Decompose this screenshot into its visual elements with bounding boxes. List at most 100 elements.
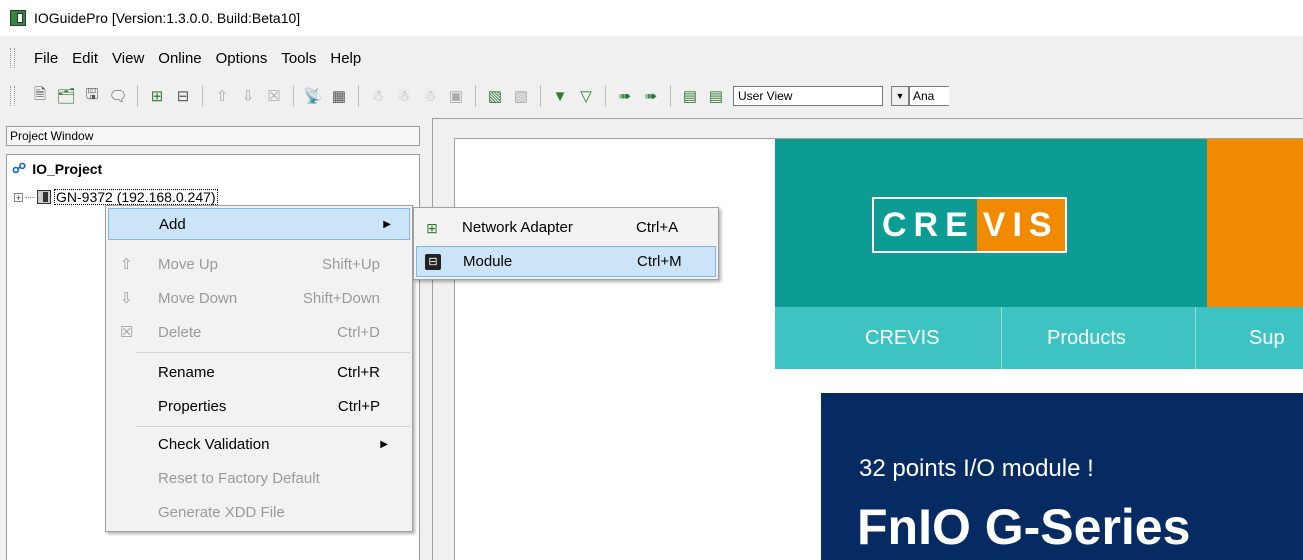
menu-item-rename[interactable]: Rename Ctrl+R [108, 356, 410, 388]
expand-icon[interactable]: + [14, 192, 23, 202]
chevron-down-icon[interactable]: ▼ [891, 86, 909, 106]
hero-banner[interactable]: 32 points I/O module ! FnIO G-Series [821, 393, 1303, 560]
save-icon[interactable]: 🖫 [81, 85, 103, 107]
menu-online[interactable]: Online [151, 50, 208, 67]
app-icon [10, 10, 26, 26]
move-up-icon[interactable]: ⇧ [211, 85, 233, 107]
crevis-logo[interactable]: CRE VIS [872, 197, 1067, 253]
tree-node-device[interactable]: + GN-9372 (192.168.0.247) [14, 189, 218, 205]
menu-item-label: Reset to Factory Default [158, 469, 320, 487]
toolbar-separator [670, 85, 671, 107]
menu-item-shortcut: Ctrl+R [337, 363, 380, 381]
menu-item-shortcut: Ctrl+D [337, 323, 380, 341]
io-map-icon[interactable]: ▦ [328, 85, 350, 107]
new-project-icon[interactable]: 🗎 [29, 85, 51, 107]
toolbar-separator [605, 85, 606, 107]
hero-subtitle: 32 points I/O module ! [859, 455, 1094, 482]
menu-help[interactable]: Help [323, 50, 368, 67]
delete-icon: ☒ [120, 324, 134, 341]
toolbar-separator [358, 85, 359, 107]
delete-icon[interactable]: ☒ [263, 85, 285, 107]
menubar-grip[interactable] [10, 48, 15, 68]
secondary-select[interactable]: Ana [909, 86, 949, 106]
network-adapter-icon: ⊞ [426, 219, 438, 236]
menu-item-delete[interactable]: ☒ Delete Ctrl+D [108, 316, 410, 348]
tree-line [25, 196, 35, 198]
toolbar-separator [137, 85, 138, 107]
menu-edit[interactable]: Edit [65, 50, 105, 67]
toolbar-separator [202, 85, 203, 107]
submenu-item-shortcut: Ctrl+M [637, 253, 682, 270]
report-print-icon[interactable]: ▤ [705, 85, 727, 107]
menu-item-reset-factory[interactable]: Reset to Factory Default [108, 462, 410, 494]
menu-separator [136, 352, 410, 353]
menu-item-move-down[interactable]: ⇩ Move Down Shift+Down [108, 282, 410, 314]
toolbar-separator [293, 85, 294, 107]
toolbar: 🗎 🗂 🖫 🗨 ⊞ ⊟ ⇧ ⇩ ☒ 📡 ▦ ☃ ☃ ☃ ▣ ▧ ▧ ▼ ▽ ➠ … [0, 80, 1303, 112]
download-icon[interactable]: ▧ [484, 85, 506, 107]
nav-divider [1195, 307, 1196, 369]
submenu-item-network-adapter[interactable]: ⊞ Network Adapter Ctrl+A [416, 212, 716, 243]
upload-icon[interactable]: ▧ [510, 85, 532, 107]
arrow-up-icon: ⇧ [120, 256, 133, 273]
menu-item-label: Move Down [158, 289, 238, 307]
menu-item-label: Generate XDD File [158, 503, 285, 521]
device-icon [37, 190, 51, 204]
menu-item-check-validation[interactable]: Check Validation ▶ [108, 428, 410, 460]
menu-bar: File Edit View Online Options Tools Help [0, 44, 1303, 72]
read-config-icon[interactable]: ▽ [575, 85, 597, 107]
report-icon[interactable]: ▤ [679, 85, 701, 107]
submenu-arrow-icon: ▶ [380, 438, 388, 450]
help-icon[interactable]: 🗨 [107, 85, 129, 107]
menu-tools[interactable]: Tools [274, 50, 323, 67]
add-module-icon[interactable]: ⊟ [172, 85, 194, 107]
add-submenu: ⊞ Network Adapter Ctrl+A ⊟ Module Ctrl+M [413, 207, 719, 280]
title-bar: IOGuidePro [Version:1.3.0.0. Build:Beta1… [0, 0, 1303, 36]
add-adapter-icon[interactable]: ⊞ [146, 85, 168, 107]
web-view: CRE VIS CREVIS Products Sup 32 points I/… [454, 138, 1303, 560]
logo-text-part2: VIS [976, 199, 1065, 251]
monitor-icon[interactable]: ☃ [419, 85, 441, 107]
menu-item-generate-xdd[interactable]: Generate XDD File [108, 496, 410, 528]
move-down-icon[interactable]: ⇩ [237, 85, 259, 107]
project-icon: ☍ [12, 160, 27, 176]
logo-text-part1: CRE [874, 199, 977, 251]
banner-accent [1207, 139, 1303, 307]
toolbar-grip[interactable] [10, 86, 15, 106]
scan-network-icon[interactable]: 📡 [302, 85, 324, 107]
menu-view[interactable]: View [105, 50, 151, 67]
project-window-header: Project Window [6, 126, 420, 146]
site-banner: CRE VIS [775, 139, 1303, 307]
module-icon: ⊟ [425, 253, 441, 270]
nav-support[interactable]: Sup [1249, 307, 1285, 369]
nav-products[interactable]: Products [1047, 307, 1126, 369]
submenu-item-label: Module [463, 253, 513, 270]
toolbar-separator [540, 85, 541, 107]
monitor-stop-icon[interactable]: ▣ [445, 85, 467, 107]
toolbar-separator [475, 85, 476, 107]
write-config-icon[interactable]: ▼ [549, 85, 571, 107]
menu-item-move-up[interactable]: ⇧ Move Up Shift+Up [108, 248, 410, 280]
menu-item-label: Check Validation [158, 435, 270, 453]
submenu-item-module[interactable]: ⊟ Module Ctrl+M [416, 246, 716, 277]
menu-item-shortcut: Shift+Up [322, 255, 380, 273]
menu-item-label: Rename [158, 363, 215, 381]
view-select[interactable]: User View [733, 86, 883, 106]
export-icon[interactable]: ➠ [614, 85, 636, 107]
tree-node-label: GN-9372 (192.168.0.247) [54, 189, 218, 205]
disconnect-icon[interactable]: ☃ [393, 85, 415, 107]
menu-item-properties[interactable]: Properties Ctrl+P [108, 390, 410, 422]
menu-options[interactable]: Options [209, 50, 275, 67]
window-title: IOGuidePro [Version:1.3.0.0. Build:Beta1… [34, 10, 301, 26]
tree-root[interactable]: ☍ IO_Project [12, 160, 102, 177]
nav-crevis[interactable]: CREVIS [865, 307, 939, 369]
connect-icon[interactable]: ☃ [367, 85, 389, 107]
open-project-icon[interactable]: 🗂 [55, 85, 77, 107]
menu-item-label: Move Up [158, 255, 219, 273]
import-icon[interactable]: ➠ [640, 85, 662, 107]
site-nav: CREVIS Products Sup [775, 307, 1303, 369]
menu-file[interactable]: File [27, 50, 65, 67]
menu-item-add[interactable]: Add ▶ [108, 208, 410, 240]
context-menu: Add ▶ ⇧ Move Up Shift+Up ⇩ Move Down Shi… [105, 205, 413, 532]
submenu-arrow-icon: ▶ [383, 218, 391, 230]
